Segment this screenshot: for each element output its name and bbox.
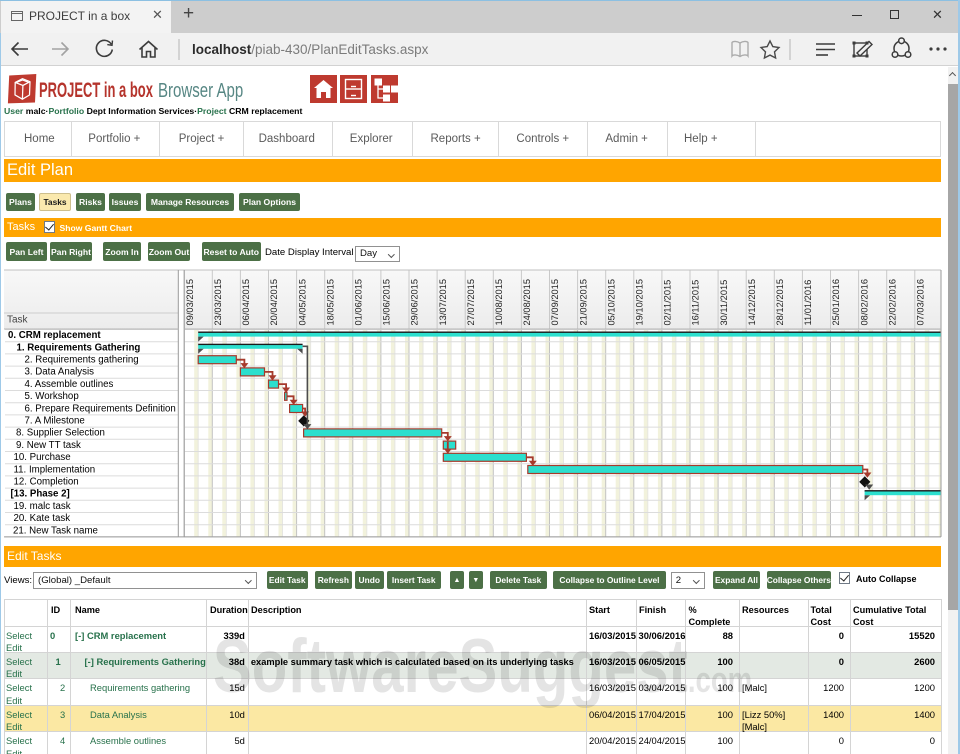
svg-text:8. Supplier Selection: 8. Supplier Selection: [16, 428, 105, 439]
svg-text:09/03/2015: 09/03/2015: [185, 279, 195, 326]
svg-text:19/10/2015: 19/10/2015: [635, 279, 645, 326]
svg-text:25/01/2016: 25/01/2016: [831, 279, 841, 326]
svg-text:30/11/2015: 30/11/2015: [719, 280, 729, 326]
svg-text:22/02/2016: 22/02/2016: [887, 279, 897, 326]
svg-text:16/11/2015: 16/11/2015: [691, 280, 701, 326]
svg-text:21/09/2015: 21/09/2015: [578, 279, 588, 326]
svg-text:23/03/2015: 23/03/2015: [213, 279, 223, 326]
svg-text:06/04/2015: 06/04/2015: [241, 279, 251, 326]
svg-text:20/04/2015: 20/04/2015: [269, 279, 279, 326]
svg-text:18/05/2015: 18/05/2015: [325, 279, 335, 326]
svg-text:6. Prepare Requirements Defini: 6. Prepare Requirements Definition: [25, 403, 176, 414]
svg-text:20. Kate task: 20. Kate task: [14, 513, 71, 524]
svg-text:02/11/2015: 02/11/2015: [663, 280, 673, 326]
svg-text:5. Workshop: 5. Workshop: [25, 391, 79, 402]
svg-text:2. Requirements gathering: 2. Requirements gathering: [25, 355, 139, 366]
svg-text:19. malc task: 19. malc task: [14, 501, 71, 512]
svg-text:7. A Milestone: 7. A Milestone: [25, 416, 85, 427]
svg-text:13/07/2015: 13/07/2015: [438, 279, 448, 326]
svg-text:4. Assemble outlines: 4. Assemble outlines: [25, 379, 114, 390]
svg-text:24/08/2015: 24/08/2015: [522, 279, 532, 326]
svg-text:10. Purchase: 10. Purchase: [14, 452, 71, 463]
svg-text:0. CRM replacement: 0. CRM replacement: [8, 330, 101, 341]
svg-text:01/06/2015: 01/06/2015: [354, 279, 364, 326]
svg-text:3. Data Analysis: 3. Data Analysis: [25, 367, 95, 378]
svg-text:11/01/2016: 11/01/2016: [803, 280, 813, 326]
svg-text:1. Requirements Gathering: 1. Requirements Gathering: [17, 342, 141, 353]
svg-text:[13. Phase 2]: [13. Phase 2]: [11, 489, 70, 500]
svg-text:05/10/2015: 05/10/2015: [606, 279, 616, 326]
svg-text:10/08/2015: 10/08/2015: [494, 279, 504, 326]
svg-text:28/12/2015: 28/12/2015: [775, 279, 785, 326]
svg-text:9. New TT task: 9. New TT task: [16, 440, 81, 451]
svg-text:07/09/2015: 07/09/2015: [550, 279, 560, 326]
svg-text:07/03/2016: 07/03/2016: [916, 279, 926, 326]
svg-text:29/06/2015: 29/06/2015: [410, 279, 420, 326]
svg-text:12. Completion: 12. Completion: [14, 477, 79, 488]
svg-text:14/12/2015: 14/12/2015: [747, 279, 757, 326]
svg-text:11. Implementation: 11. Implementation: [14, 464, 96, 475]
svg-text:Task: Task: [7, 315, 29, 326]
svg-text:21. New Task name: 21. New Task name: [13, 525, 98, 536]
svg-text:04/05/2015: 04/05/2015: [297, 279, 307, 326]
svg-text:27/07/2015: 27/07/2015: [466, 279, 476, 326]
svg-text:15/06/2015: 15/06/2015: [382, 279, 392, 326]
svg-text:08/02/2016: 08/02/2016: [859, 279, 869, 326]
